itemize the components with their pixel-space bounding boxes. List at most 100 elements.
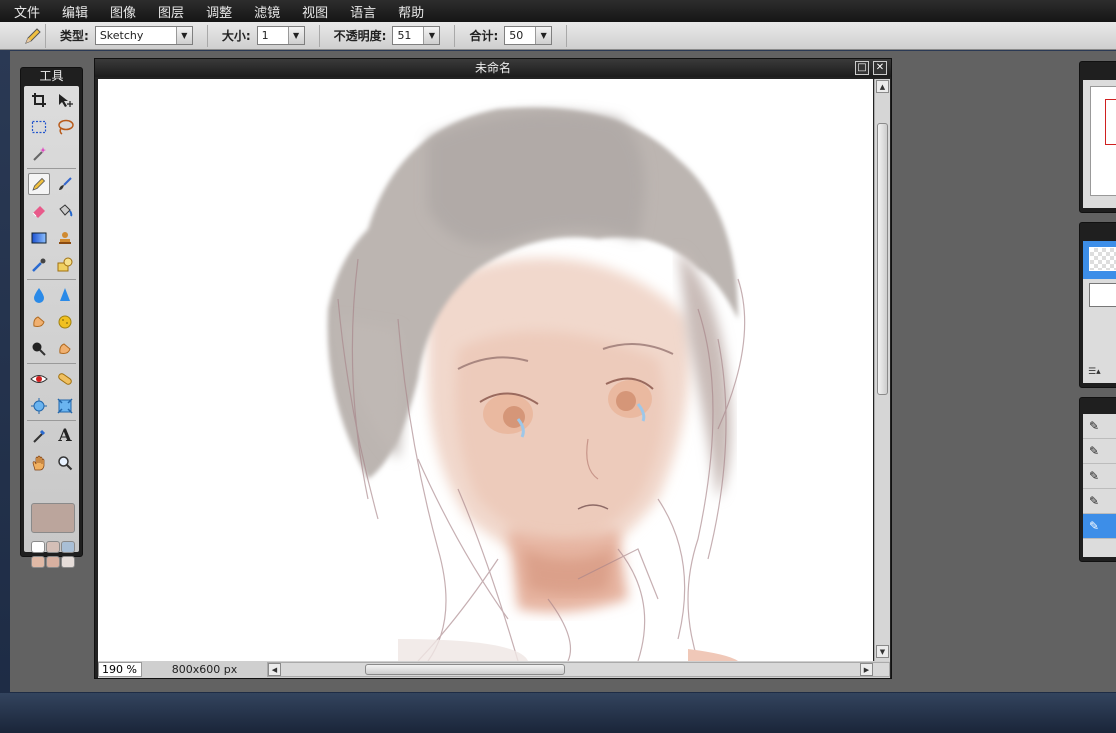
drop-icon[interactable]	[28, 284, 50, 306]
menu-view[interactable]: 视图	[302, 2, 328, 21]
smudge-icon[interactable]	[28, 311, 50, 333]
history-item[interactable]: ✎	[1083, 489, 1116, 514]
menu-adjust[interactable]: 调整	[206, 2, 232, 21]
chevron-down-icon[interactable]: ▼	[423, 27, 440, 44]
total-select[interactable]: 50 ▼	[504, 26, 553, 45]
document-title: 未命名	[95, 59, 891, 77]
pencil-icon: ✎	[1089, 519, 1100, 533]
menu-help[interactable]: 帮助	[398, 2, 424, 21]
color-swatch[interactable]	[31, 541, 45, 553]
colorpicker-icon[interactable]	[28, 254, 50, 276]
history-item-selected[interactable]: ✎	[1083, 514, 1116, 539]
history-item[interactable]: ✎	[1083, 464, 1116, 489]
pencil-icon[interactable]	[28, 173, 50, 195]
chevron-down-icon[interactable]: ▼	[287, 27, 304, 44]
size-select[interactable]: 1 ▼	[256, 26, 305, 45]
history-item[interactable]: ✎	[1083, 414, 1116, 439]
sketch-artwork	[327, 107, 746, 661]
color-swatch[interactable]	[61, 556, 75, 568]
lasso-icon[interactable]	[54, 116, 76, 138]
eraser-icon[interactable]	[28, 200, 50, 222]
layers-list: ☰▴	[1083, 241, 1116, 383]
navigator-preview	[1083, 80, 1116, 208]
crop-icon[interactable]	[28, 89, 50, 111]
chevron-down-icon[interactable]: ▼	[535, 27, 552, 44]
status-bar: 190 % 800x600 px ◀ ▶	[98, 661, 890, 678]
redeye-icon[interactable]	[28, 368, 50, 390]
hand-icon[interactable]	[28, 452, 50, 474]
scroll-up-icon[interactable]: ▲	[876, 80, 889, 93]
pencil-icon: ✎	[1089, 444, 1100, 458]
stamp-icon[interactable]	[54, 227, 76, 249]
menu-file[interactable]: 文件	[14, 2, 40, 21]
history-item[interactable]: ✎	[1083, 439, 1116, 464]
opacity-value: 51	[397, 29, 412, 42]
tools-panel: 工具 A	[20, 67, 83, 568]
pencil-icon: ✎	[1089, 419, 1100, 433]
scroll-right-icon[interactable]: ▶	[860, 663, 873, 676]
horizontal-scroll-thumb[interactable]	[365, 664, 565, 675]
menu-filter[interactable]: 滤镜	[254, 2, 280, 21]
move-icon[interactable]	[54, 89, 76, 111]
shape-icon[interactable]	[54, 254, 76, 276]
document-window: 未命名 □ ✕ ▲ ▼ 190 % 800x600 px ◀ ▶	[94, 58, 892, 679]
brush-icon[interactable]	[54, 173, 76, 195]
dodge-icon[interactable]	[54, 338, 76, 360]
menu-language[interactable]: 语言	[350, 2, 376, 21]
close-icon[interactable]: ✕	[873, 61, 887, 75]
menu-edit[interactable]: 编辑	[62, 2, 88, 21]
bandage-icon[interactable]	[54, 368, 76, 390]
layer-row-selected[interactable]	[1083, 241, 1116, 279]
color-swatch[interactable]	[46, 556, 60, 568]
menu-image[interactable]: 图像	[110, 2, 136, 21]
layer-options-icon[interactable]: ☰▴	[1088, 367, 1101, 377]
chevron-down-icon[interactable]: ▼	[175, 27, 192, 44]
menu-layer[interactable]: 图层	[158, 2, 184, 21]
opacity-select[interactable]: 51 ▼	[392, 26, 441, 45]
drawing-canvas[interactable]	[98, 79, 873, 661]
total-label: 合计:	[469, 29, 499, 43]
color-swatch[interactable]	[31, 556, 45, 568]
navigator-thumbnail[interactable]	[1090, 86, 1116, 196]
zoom-field[interactable]: 190 %	[98, 662, 142, 677]
pencil-icon	[20, 23, 46, 48]
divider	[206, 24, 208, 47]
primary-color-swatch[interactable]	[31, 503, 75, 533]
bloat-icon[interactable]	[28, 395, 50, 417]
maximize-icon[interactable]: □	[855, 61, 869, 75]
divider	[454, 24, 456, 47]
burn-icon[interactable]	[28, 338, 50, 360]
vertical-scrollbar[interactable]: ▲ ▼	[874, 79, 890, 661]
scroll-left-icon[interactable]: ◀	[268, 663, 281, 676]
divider	[27, 279, 76, 280]
divider	[27, 363, 76, 364]
type-label: 类型:	[60, 29, 89, 43]
layer-thumbnail-background[interactable]	[1089, 283, 1116, 307]
marquee-icon[interactable]	[28, 116, 50, 138]
divider	[27, 420, 76, 421]
gradient-icon[interactable]	[28, 227, 50, 249]
history-list: ✎ ✎ ✎ ✎ ✎	[1083, 414, 1116, 557]
sponge-icon[interactable]	[54, 311, 76, 333]
vertical-scroll-thumb[interactable]	[877, 123, 888, 395]
zoom-icon[interactable]	[54, 452, 76, 474]
horizontal-scrollbar[interactable]: ◀ ▶	[267, 662, 890, 677]
scroll-down-icon[interactable]: ▼	[876, 645, 889, 658]
history-panel: ✎ ✎ ✎ ✎ ✎	[1079, 397, 1116, 562]
tools-grid: A	[24, 86, 79, 568]
eyedropper-icon[interactable]	[28, 425, 50, 447]
divider	[566, 24, 568, 47]
menu-bar: 文件 编辑 图像 图层 调整 滤镜 视图 语言 帮助	[0, 0, 1116, 22]
sharpen-icon[interactable]	[54, 284, 76, 306]
magic-wand-icon[interactable]	[28, 143, 50, 165]
color-swatch[interactable]	[61, 541, 75, 553]
pinch-icon[interactable]	[54, 395, 76, 417]
text-icon[interactable]: A	[54, 425, 76, 447]
size-label: 大小:	[221, 29, 251, 43]
color-swatch[interactable]	[46, 541, 60, 553]
type-select[interactable]: Sketchy ▼	[94, 26, 193, 45]
type-value: Sketchy	[99, 29, 144, 42]
bucket-icon[interactable]	[54, 200, 76, 222]
navigator-viewport[interactable]	[1105, 99, 1116, 145]
opacity-label: 不透明度:	[333, 29, 387, 43]
